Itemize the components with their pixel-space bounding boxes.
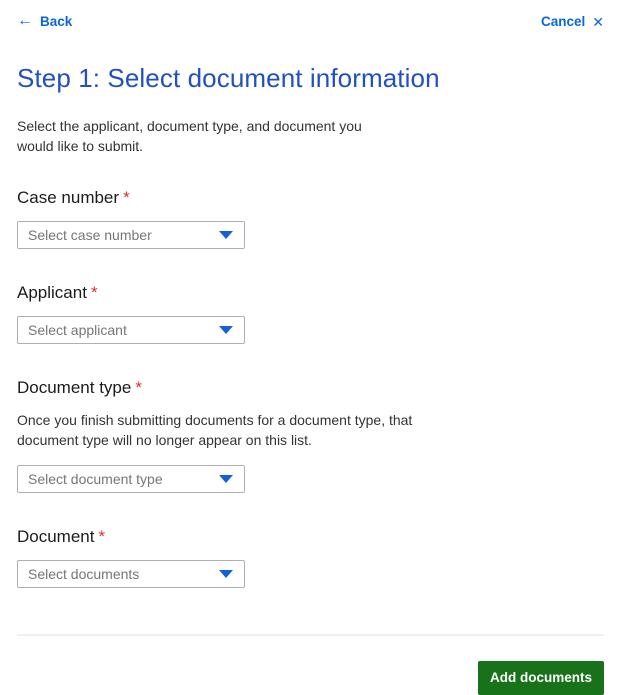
document-type-select[interactable]: Select document type bbox=[17, 464, 245, 493]
document-type-label: Document type * bbox=[17, 378, 604, 398]
footer-divider bbox=[17, 633, 604, 636]
chevron-down-icon bbox=[219, 569, 233, 578]
page-subtitle: Select the applicant, document type, and… bbox=[17, 117, 362, 154]
back-link-label: Back bbox=[40, 14, 73, 30]
field-group-document-type: Document type * Once you finish submittin… bbox=[17, 378, 604, 493]
case-number-select[interactable]: Select case number bbox=[17, 220, 245, 249]
add-documents-button[interactable]: Add documents bbox=[477, 660, 604, 695]
document-type-help-text: Once you finish submitting documents for… bbox=[17, 411, 413, 448]
document-type-label-text: Document type bbox=[17, 377, 132, 397]
page-title: Step 1: Select document information bbox=[17, 63, 440, 93]
case-number-label: Case number * bbox=[17, 188, 604, 208]
applicant-select[interactable]: Select applicant bbox=[17, 315, 245, 344]
required-marker: * bbox=[98, 526, 106, 546]
close-icon: ✕ bbox=[592, 14, 604, 30]
field-group-applicant: Applicant * Select applicant bbox=[17, 283, 604, 344]
cancel-link[interactable]: Cancel ✕ bbox=[541, 15, 604, 29]
document-label-text: Document bbox=[17, 526, 95, 546]
document-placeholder: Select documents bbox=[28, 565, 140, 582]
document-select[interactable]: Select documents bbox=[17, 559, 245, 588]
document-upload-page: ← Back Cancel ✕ Step 1: Select document … bbox=[0, 0, 624, 695]
document-type-placeholder: Select document type bbox=[28, 470, 163, 487]
footer-actions: Add documents bbox=[17, 660, 604, 695]
field-group-document: Document * Select documents bbox=[17, 527, 604, 588]
field-group-case-number: Case number * Select case number bbox=[17, 188, 604, 249]
required-marker: * bbox=[90, 282, 98, 302]
cancel-link-label: Cancel bbox=[540, 14, 586, 30]
required-marker: * bbox=[135, 377, 142, 397]
required-marker: * bbox=[123, 187, 130, 207]
back-link[interactable]: ← Back bbox=[17, 12, 73, 30]
case-number-label-text: Case number bbox=[17, 187, 120, 207]
case-number-placeholder: Select case number bbox=[28, 226, 152, 243]
top-bar: ← Back Cancel ✕ bbox=[17, 13, 604, 31]
chevron-down-icon bbox=[219, 325, 233, 334]
document-label: Document * bbox=[17, 527, 604, 547]
applicant-label-text: Applicant bbox=[17, 282, 87, 302]
applicant-label: Applicant * bbox=[17, 283, 604, 303]
chevron-down-icon bbox=[219, 230, 233, 239]
applicant-placeholder: Select applicant bbox=[28, 321, 127, 338]
chevron-down-icon bbox=[219, 474, 233, 483]
back-arrow-icon: ← bbox=[17, 12, 33, 29]
